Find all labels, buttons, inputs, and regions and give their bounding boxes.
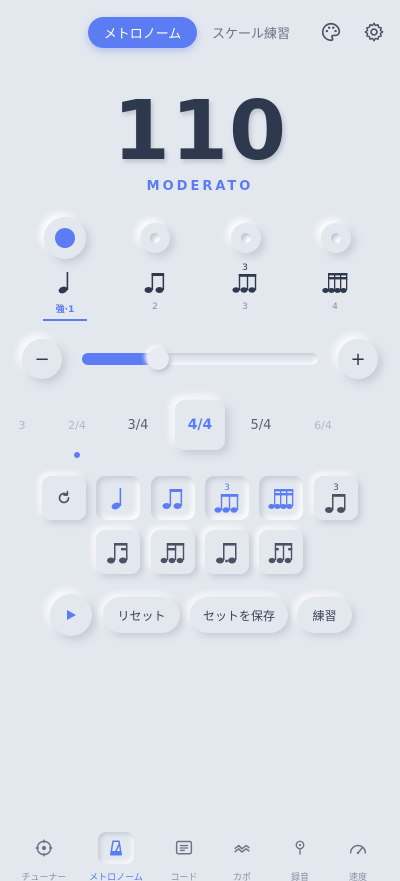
rhythm-triplet-button[interactable]: 3 bbox=[205, 476, 249, 520]
quarter-note-icon bbox=[111, 488, 122, 510]
sixteenth-notes-icon bbox=[305, 268, 365, 294]
tempo-slider-thumb[interactable] bbox=[147, 348, 169, 370]
scroll-indicator-dot bbox=[74, 452, 80, 458]
rhythm-sixteenth-eighth-button[interactable] bbox=[151, 530, 195, 574]
quarter-note-icon bbox=[35, 268, 95, 294]
beat-column-3[interactable]: 3 3 bbox=[215, 262, 275, 312]
tempo-marking: MODERATO bbox=[146, 179, 254, 194]
rhythm-triplet-swing-button[interactable]: 3 bbox=[314, 476, 358, 520]
palette-icon[interactable] bbox=[318, 19, 344, 45]
increase-tempo-button[interactable]: + bbox=[338, 339, 378, 379]
repeat-button[interactable] bbox=[42, 476, 86, 520]
beat-indicator-4[interactable] bbox=[321, 223, 351, 253]
rhythm-quarter-button[interactable] bbox=[96, 476, 140, 520]
time-signature-option[interactable]: 2/4 bbox=[62, 419, 92, 432]
tab-scale-practice[interactable]: スケール練習 bbox=[205, 17, 297, 48]
save-set-button[interactable]: セットを保存 bbox=[190, 597, 288, 633]
syncopated-rhythm-icon bbox=[268, 543, 293, 564]
beat-column-1[interactable]: 強·1 bbox=[35, 268, 95, 321]
nav-label: メトロノーム bbox=[89, 873, 143, 881]
time-signature-option[interactable]: 5/4 bbox=[246, 418, 276, 433]
nav-tuner[interactable]: チューナー bbox=[11, 832, 77, 881]
nav-label: カポ bbox=[232, 873, 251, 881]
metronome-icon bbox=[98, 832, 134, 864]
nav-label: コード bbox=[170, 873, 198, 881]
nav-chord[interactable]: コード bbox=[151, 832, 217, 881]
chord-icon bbox=[166, 832, 202, 864]
nav-label: 録音 bbox=[290, 873, 309, 881]
reset-button[interactable]: リセット bbox=[103, 597, 180, 633]
triplet-mark: 3 bbox=[242, 263, 248, 273]
beat-label: 強·1 bbox=[55, 305, 75, 315]
triplet-icon: 3 bbox=[215, 262, 275, 294]
beat-column-2[interactable]: 2 bbox=[125, 268, 185, 312]
beat-label: 2 bbox=[152, 302, 158, 312]
rhythm-dotted-button[interactable] bbox=[205, 530, 249, 574]
capo-icon bbox=[224, 832, 260, 864]
nav-capo[interactable]: カポ bbox=[209, 832, 275, 881]
active-beat-underline bbox=[43, 319, 87, 321]
decrease-tempo-button[interactable]: − bbox=[22, 339, 62, 379]
dotted-rhythm-icon bbox=[216, 543, 237, 564]
nav-record[interactable]: 録音 bbox=[267, 832, 333, 881]
nav-label: 速度 bbox=[348, 873, 367, 881]
bpm-display: 110 bbox=[112, 84, 288, 179]
beat-column-4[interactable]: 4 bbox=[305, 268, 365, 312]
beat-indicator-2[interactable] bbox=[140, 223, 170, 253]
refresh-icon bbox=[58, 490, 70, 504]
mic-icon bbox=[282, 832, 318, 864]
rhythm-sixteenth-button[interactable] bbox=[259, 476, 303, 520]
time-signature-option[interactable]: 6/4 bbox=[308, 419, 338, 432]
tab-metronome[interactable]: メトロノーム bbox=[88, 17, 197, 48]
sixteenth-notes-icon bbox=[268, 489, 294, 509]
sixteenths-eighth-icon bbox=[160, 543, 185, 564]
beat-label: 3 bbox=[242, 302, 248, 312]
speed-icon bbox=[340, 832, 376, 864]
eighth-notes-icon bbox=[162, 489, 183, 509]
time-signature-option[interactable]: 3 bbox=[14, 419, 30, 432]
time-signature-selected[interactable]: 4/4 bbox=[175, 400, 225, 450]
triplet-mark: 3 bbox=[224, 483, 230, 493]
practice-button[interactable]: 練習 bbox=[297, 597, 352, 633]
time-signature-option[interactable]: 3/4 bbox=[123, 418, 153, 433]
triplet-mark: 3 bbox=[333, 483, 339, 493]
nav-speed[interactable]: 速度 bbox=[325, 832, 391, 881]
beat-indicator-3[interactable] bbox=[231, 223, 261, 253]
beat-indicator-1[interactable] bbox=[44, 217, 86, 259]
rhythm-eighth-sixteenth-button[interactable] bbox=[96, 530, 140, 574]
eighth-notes-icon bbox=[125, 268, 185, 294]
rhythm-eighth-button[interactable] bbox=[151, 476, 195, 520]
nav-metronome[interactable]: メトロノーム bbox=[83, 832, 149, 881]
gear-icon[interactable] bbox=[361, 19, 387, 45]
beat-label: 4 bbox=[332, 302, 338, 312]
play-icon bbox=[67, 610, 76, 620]
rhythm-syncopated-button[interactable] bbox=[259, 530, 303, 574]
play-button[interactable] bbox=[50, 594, 92, 636]
eighth-two-sixteenths-icon bbox=[107, 543, 128, 564]
nav-label: チューナー bbox=[21, 873, 67, 881]
tuner-icon bbox=[26, 832, 62, 864]
triplet-swing-icon: 3 bbox=[325, 483, 346, 513]
triplet-icon: 3 bbox=[214, 483, 239, 513]
